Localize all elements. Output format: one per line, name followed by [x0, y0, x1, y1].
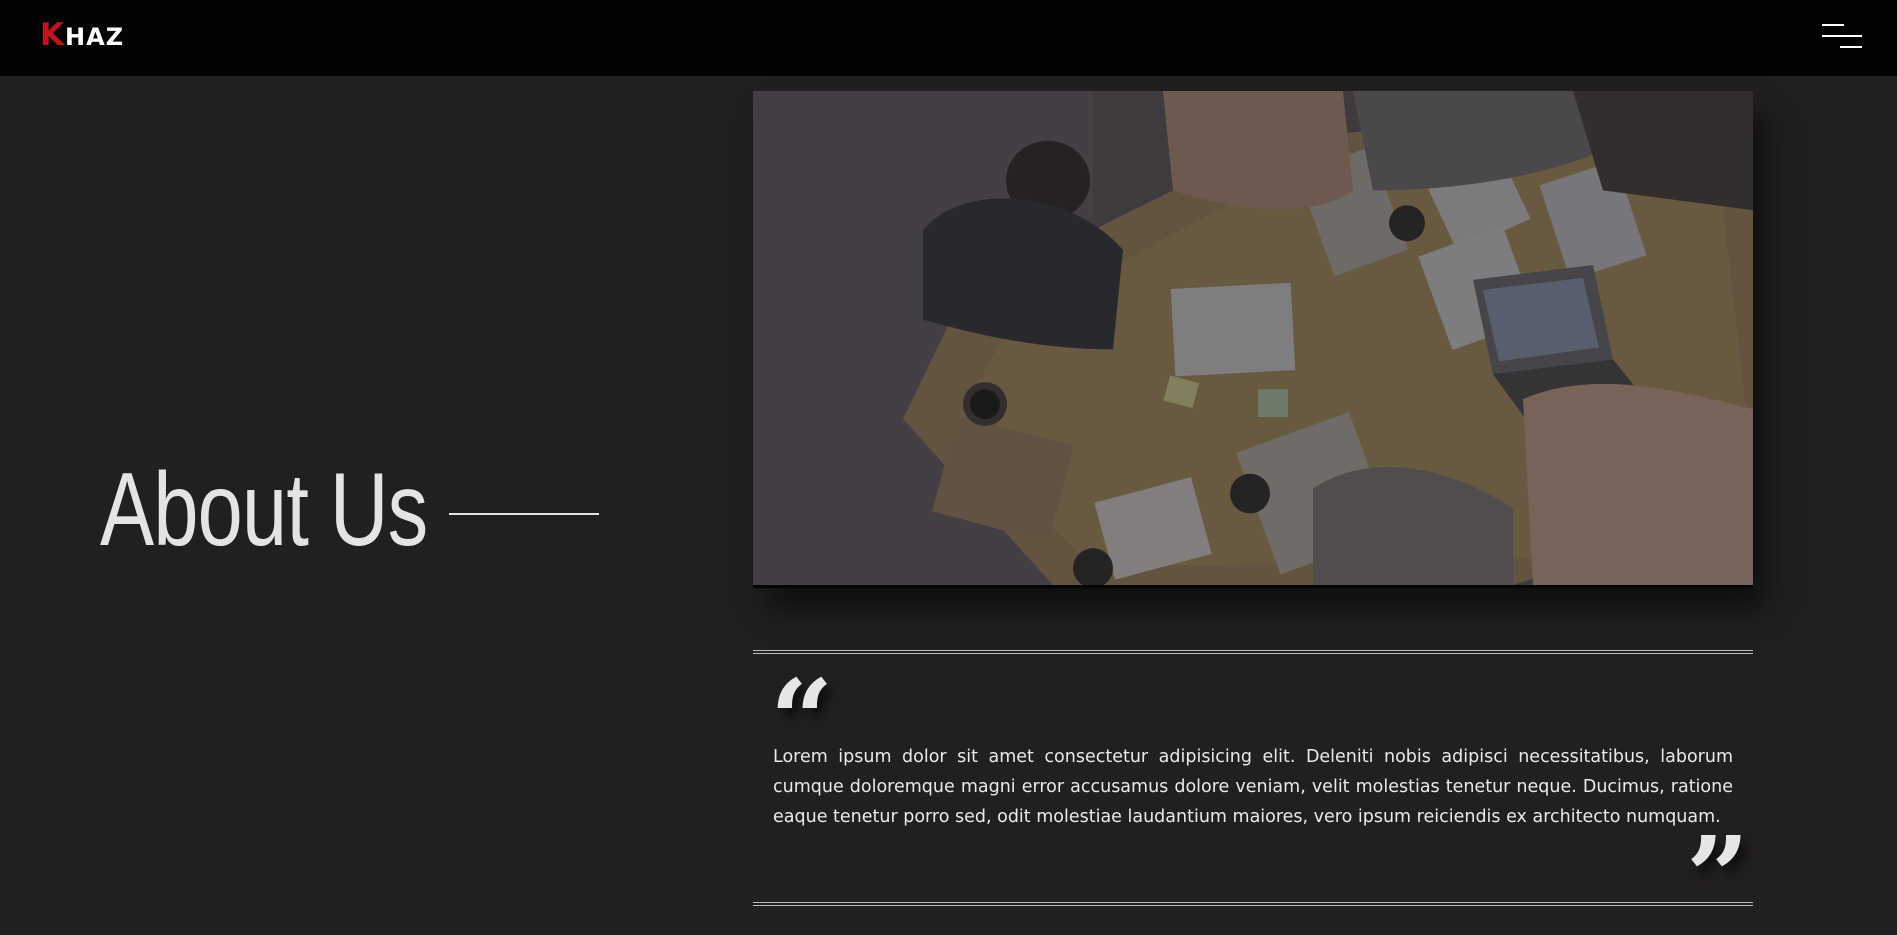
navbar: K HAZ — [0, 0, 1897, 76]
hamburger-menu-icon[interactable] — [1822, 22, 1862, 50]
team-meeting-photo — [753, 91, 1753, 585]
menu-line-middle — [1822, 35, 1862, 37]
logo-text: HAZ — [65, 23, 125, 51]
team-meeting-image — [753, 91, 1753, 588]
testimonial-bottom-rule — [753, 902, 1753, 906]
testimonial-text: Lorem ipsum dolor sit amet consectetur a… — [773, 747, 1733, 827]
page-title: About Us — [100, 452, 428, 568]
menu-line-top — [1822, 24, 1844, 26]
testimonial-top-rule — [753, 650, 1753, 654]
close-quote-icon: ” — [1686, 812, 1750, 935]
logo-initial: K — [40, 17, 66, 53]
menu-line-bottom — [1840, 46, 1862, 48]
title-divider — [449, 513, 599, 515]
site-logo[interactable]: K HAZ — [40, 17, 125, 53]
